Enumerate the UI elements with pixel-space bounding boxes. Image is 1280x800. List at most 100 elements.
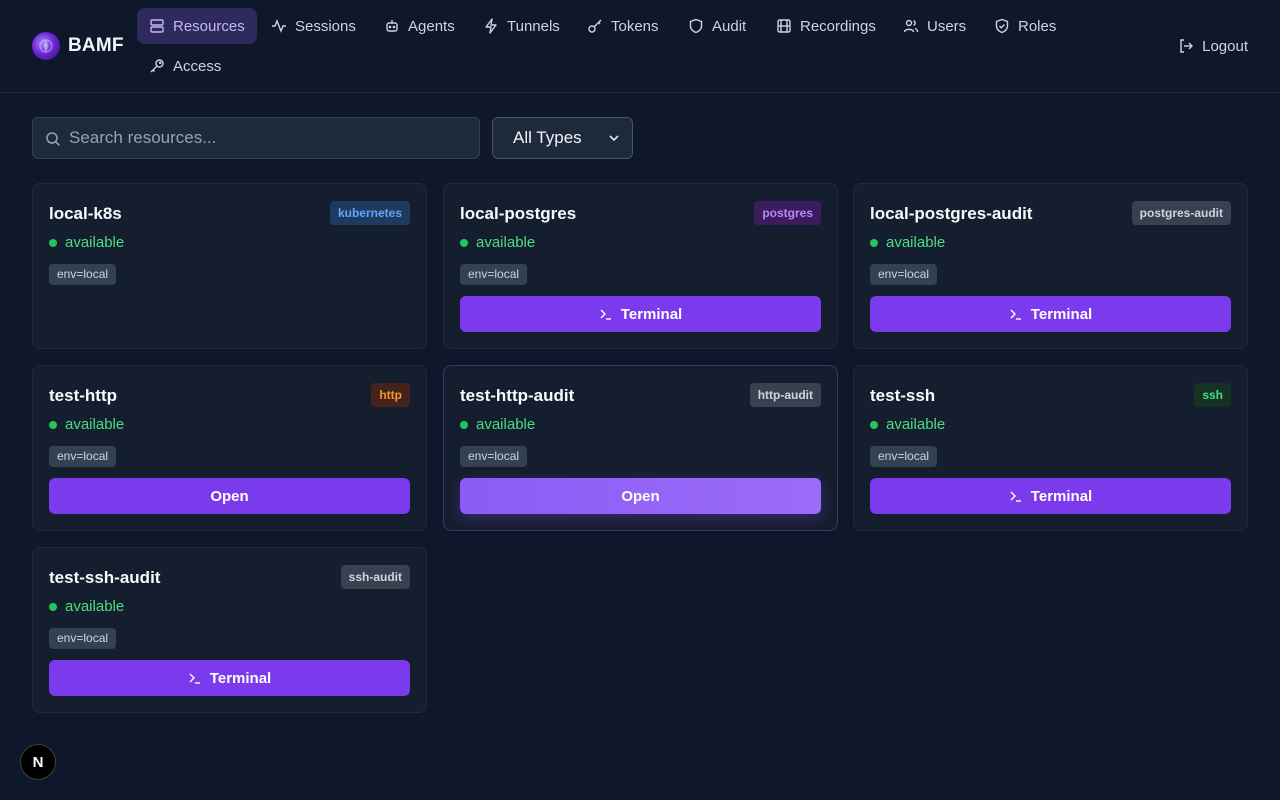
terminal-button[interactable]: Terminal <box>460 296 821 332</box>
nav-label: Roles <box>1018 17 1057 35</box>
label-tag: env=local <box>460 446 528 467</box>
bot-icon <box>386 20 398 32</box>
nav-label: Audit <box>712 17 747 35</box>
label-tag: env=local <box>49 446 117 467</box>
label-tag: env=local <box>49 628 117 649</box>
nav-item-users[interactable]: Users <box>891 8 978 44</box>
type-badge: ssh-audit <box>340 565 410 589</box>
nav-item-roles[interactable]: Roles <box>982 8 1068 44</box>
resource-card-test-http-audit: test-http-audit http-audit available env… <box>443 365 838 531</box>
activity-icon <box>272 19 286 33</box>
nav-item-sessions[interactable]: Sessions <box>259 8 368 44</box>
type-badge: http <box>371 383 410 407</box>
zap-icon <box>485 18 497 34</box>
nav-item-resources[interactable]: Resources <box>137 8 257 44</box>
chevron-down-icon <box>609 135 619 142</box>
label-tag: env=local <box>870 264 938 285</box>
type-badge: kubernetes <box>329 201 410 225</box>
button-label: Open <box>621 487 660 505</box>
terminal-icon <box>189 673 200 684</box>
nav-label: Recordings <box>800 17 876 35</box>
nav-label: Agents <box>408 17 455 35</box>
status-dot <box>870 420 878 429</box>
label-tag: env=local <box>460 264 528 285</box>
resource-card-local-k8s: local-k8s kubernetes available env=local <box>32 183 427 349</box>
nav-item-tokens[interactable]: Tokens <box>575 8 671 44</box>
button-label: Terminal <box>620 305 683 323</box>
nav-label: Tokens <box>611 17 659 35</box>
status: available <box>49 234 124 251</box>
status: available <box>49 416 124 433</box>
nav-item-tunnels[interactable]: Tunnels <box>471 8 572 44</box>
status: available <box>870 416 945 433</box>
status-text: available <box>886 234 946 251</box>
status-dot <box>460 238 468 247</box>
resource-name: test-ssh-audit <box>49 568 161 587</box>
resource-card-test-ssh-audit: test-ssh-audit ssh-audit available env=l… <box>32 547 427 713</box>
button-label: Open <box>210 487 249 505</box>
status-dot <box>49 602 57 611</box>
nav-label: Resources <box>173 17 245 35</box>
dev-tools-button[interactable]: N <box>20 744 56 780</box>
brand[interactable]: BAMF <box>32 32 124 60</box>
top-header: BAMF Resources Sessions Agents Tunnels T… <box>0 0 1280 93</box>
search-input[interactable] <box>33 118 479 158</box>
nav-item-audit[interactable]: Audit <box>676 8 758 44</box>
status-dot <box>460 420 468 429</box>
type-badge: http-audit <box>749 383 821 407</box>
resource-name: test-http-audit <box>460 386 575 405</box>
status: available <box>870 234 945 251</box>
dev-indicator-label: N <box>32 753 44 771</box>
status-text: available <box>476 234 536 251</box>
status-text: available <box>65 598 125 615</box>
resource-name: test-http <box>49 386 117 405</box>
type-badge: postgres <box>754 201 821 225</box>
nav-label: Access <box>173 57 222 75</box>
status-text: available <box>65 234 125 251</box>
search-box <box>32 117 480 159</box>
resource-name: local-k8s <box>49 204 122 223</box>
button-label: Terminal <box>1030 305 1093 323</box>
server-icon <box>150 19 164 33</box>
nav-label: Tunnels <box>507 17 560 35</box>
button-label: Terminal <box>209 669 272 687</box>
logo-icon <box>32 32 60 60</box>
terminal-button[interactable]: Terminal <box>49 660 410 696</box>
key-round-icon <box>150 59 164 73</box>
nav-item-recordings[interactable]: Recordings <box>764 8 888 44</box>
film-icon <box>777 19 791 33</box>
resource-name: test-ssh <box>870 386 936 405</box>
open-button[interactable]: Open <box>460 478 821 514</box>
nav-item-access[interactable]: Access <box>137 48 233 84</box>
status-dot <box>49 238 57 247</box>
shield-check-icon <box>995 18 1009 34</box>
type-badge: ssh <box>1194 383 1231 407</box>
brand-name: BAMF <box>68 35 124 56</box>
terminal-button[interactable]: Terminal <box>870 296 1231 332</box>
status: available <box>49 598 124 615</box>
type-badge: postgres-audit <box>1131 201 1231 225</box>
terminal-icon <box>1010 491 1021 502</box>
terminal-icon <box>1010 309 1021 320</box>
users-icon <box>903 19 919 33</box>
status-text: available <box>886 416 946 433</box>
status-text: available <box>65 416 125 433</box>
type-select-value: All Types <box>513 128 582 147</box>
nav-label: Users <box>927 17 967 35</box>
resource-card-local-postgres: local-postgres postgres available env=lo… <box>443 183 838 349</box>
logout-label: Logout <box>1202 37 1248 55</box>
log-out-icon <box>1180 39 1194 53</box>
open-button[interactable]: Open <box>49 478 410 514</box>
label-tag: env=local <box>49 264 117 285</box>
nav-item-agents[interactable]: Agents <box>372 8 467 44</box>
type-select[interactable]: All Types <box>492 117 633 159</box>
resource-name: local-postgres <box>460 204 577 223</box>
logout-button[interactable]: Logout <box>1178 28 1248 64</box>
button-label: Terminal <box>1030 487 1093 505</box>
key-icon <box>588 19 602 33</box>
shield-icon <box>689 18 703 34</box>
status-text: available <box>476 416 536 433</box>
status-dot <box>870 238 878 247</box>
resource-card-test-ssh: test-ssh ssh available env=local Termina… <box>853 365 1248 531</box>
terminal-button[interactable]: Terminal <box>870 478 1231 514</box>
